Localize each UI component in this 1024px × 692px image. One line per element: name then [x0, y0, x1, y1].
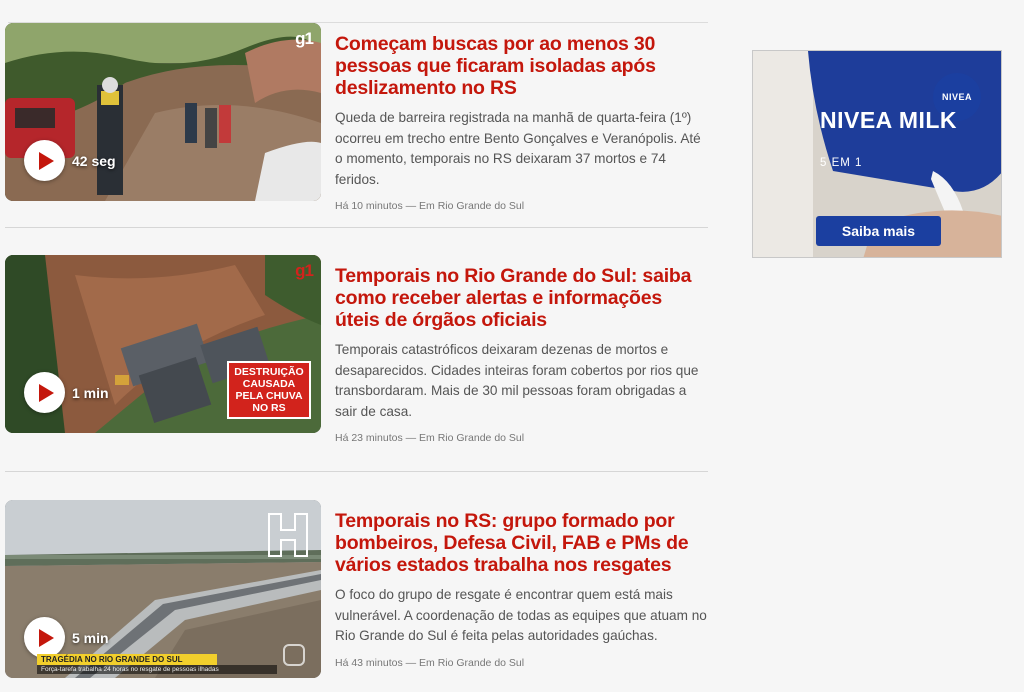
video-thumbnail[interactable]: g1 1 min Destruição causada pela chuva n…	[5, 255, 321, 433]
video-duration: 5 min	[72, 629, 109, 646]
article-meta: Há 23 minutos — Em Rio Grande do Sul	[335, 432, 525, 444]
ad-subtitle: 5 EM 1	[820, 157, 863, 169]
play-button[interactable]: 5 min	[24, 617, 109, 658]
article-text: Temporais no RS: grupo formado por bombe…	[335, 510, 711, 669]
divider	[5, 227, 708, 228]
advertisement-banner[interactable]: NIVEA NIVEA MILK 5 EM 1 Saiba mais	[752, 50, 1002, 258]
play-button[interactable]: 42 seg	[24, 140, 116, 181]
globo-logo-icon	[268, 513, 308, 557]
ticker-headline: TRAGÉDIA NO RIO GRANDE DO SUL	[37, 654, 217, 665]
article-text: Temporais no Rio Grande do Sul: saiba co…	[335, 265, 711, 444]
play-icon[interactable]	[24, 140, 65, 181]
article-summary[interactable]: Queda de barreira registrada na manhã de…	[335, 108, 711, 190]
article-text: Começam buscas por ao menos 30 pessoas q…	[335, 33, 711, 212]
ticker-subline: Força-tarefa trabalha 24 horas no resgat…	[37, 665, 277, 674]
ad-title: NIVEA MILK	[820, 107, 958, 133]
article-meta: Há 43 minutos — Em Rio Grande do Sul	[335, 656, 525, 669]
article-title[interactable]: Temporais no Rio Grande do Sul: saiba co…	[335, 265, 711, 331]
divider	[5, 471, 708, 472]
article-summary[interactable]: O foco do grupo de resgate é encontrar q…	[335, 585, 711, 647]
news-ticker: TRAGÉDIA NO RIO GRANDE DO SUL Força-tare…	[37, 654, 277, 674]
article-summary[interactable]: Temporais catastróficos deixaram dezenas…	[335, 340, 711, 422]
destruction-badge: Destruição causada pela chuva no RS	[227, 361, 311, 419]
video-duration: 42 seg	[72, 152, 116, 169]
play-button[interactable]: 1 min	[24, 372, 109, 413]
saiba-mais-button[interactable]: Saiba mais	[816, 216, 941, 246]
article-meta: Há 10 minutos — Em Rio Grande do Sul	[335, 200, 525, 212]
watermark-icon	[283, 644, 305, 666]
video-thumbnail[interactable]: 5 min TRAGÉDIA NO RIO GRANDE DO SUL Forç…	[5, 500, 321, 678]
article-title[interactable]: Começam buscas por ao menos 30 pessoas q…	[335, 33, 711, 99]
video-thumbnail[interactable]: g1 42 seg	[5, 23, 321, 201]
play-icon[interactable]	[24, 372, 65, 413]
play-icon[interactable]	[24, 617, 65, 658]
article-title[interactable]: Temporais no RS: grupo formado por bombe…	[335, 510, 711, 576]
g1-logo: g1	[295, 29, 314, 48]
g1-logo: g1	[295, 261, 314, 280]
video-duration: 1 min	[72, 384, 109, 401]
